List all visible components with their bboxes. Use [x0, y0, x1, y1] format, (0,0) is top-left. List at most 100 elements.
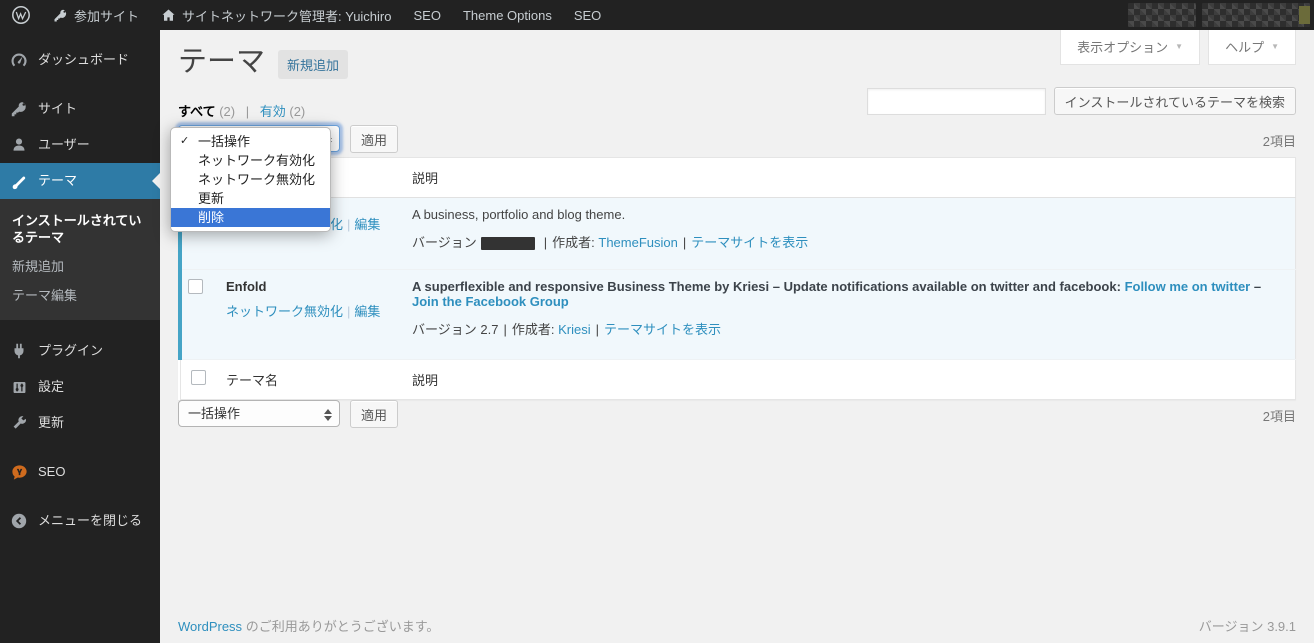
theme-name: Enfold — [226, 279, 267, 294]
sidebar-item-seo[interactable]: SEO — [0, 454, 160, 490]
page-heading-row: テーマ 新規追加 — [178, 46, 349, 80]
sidebar-item-settings[interactable]: 設定 — [0, 369, 160, 405]
sidebar-item-sites[interactable]: サイト — [0, 91, 160, 127]
select-theme-checkbox[interactable] — [188, 279, 203, 294]
author-link[interactable]: Kriesi — [558, 322, 591, 337]
tablenav-bottom: 一括操作 適用 2項目 — [178, 400, 1296, 428]
sidebar-item-dashboard[interactable]: ダッシュボード — [0, 42, 160, 78]
dropdown-option-delete[interactable]: 削除 — [171, 208, 330, 227]
help-label: ヘルプ — [1225, 40, 1265, 55]
sidebar-item-themes[interactable]: テーマ — [0, 163, 160, 199]
dropdown-option-bulk-actions[interactable]: ✓ 一括操作 — [171, 132, 330, 151]
apply-button-top[interactable]: 適用 — [350, 125, 399, 153]
sidebar-item-updates-label: 更新 — [38, 415, 65, 430]
footer: WordPress のご利用ありがとうございます。 バージョン 3.9.1 — [178, 616, 1296, 635]
chevron-down-icon: ▼ — [1271, 42, 1279, 51]
main-content: 表示オプション ▼ ヘルプ ▼ テーマ 新規追加 インストールされているテーマを… — [160, 30, 1314, 643]
dropdown-option-update[interactable]: 更新 — [171, 189, 330, 208]
my-sites-label: 参加サイト — [74, 8, 140, 24]
theme-description: A business, portfolio and blog theme. — [412, 207, 626, 222]
item-count-top: 2項目 — [1262, 134, 1296, 149]
table-row: ネットワーク無効化|編集 A business, portfolio and b… — [178, 197, 1296, 270]
column-footer-description: 説明 — [402, 359, 1296, 400]
footer-version: バージョン 3.9.1 — [1198, 619, 1296, 634]
column-header-description[interactable]: 説明 — [402, 157, 1296, 198]
facebook-group-link[interactable]: Join the Facebook Group — [412, 294, 569, 309]
submenu-add-new[interactable]: 新規追加 — [0, 252, 160, 281]
theme-search-input[interactable] — [866, 87, 1046, 115]
description-text: A superflexible and responsive Business … — [412, 279, 1121, 294]
sites-key-icon — [9, 99, 29, 119]
dashboard-gauge-icon — [9, 50, 29, 70]
settings-sliders-icon — [9, 377, 29, 397]
tablenav-top: 一括操作 適用 2項目 — [178, 125, 1296, 153]
seo-menu-1[interactable]: SEO — [403, 0, 452, 30]
plugin-icon — [9, 341, 29, 361]
dropdown-option-label: ネットワーク有効化 — [198, 153, 316, 168]
chevron-down-icon: ▼ — [1175, 42, 1184, 51]
theme-status-filters: すべて (2) | 有効 (2) — [178, 101, 305, 120]
theme-options-menu[interactable]: Theme Options — [452, 0, 563, 30]
screen-options-tab[interactable]: 表示オプション ▼ — [1060, 30, 1201, 65]
submenu-installed-themes[interactable]: インストールされているテーマ — [0, 206, 160, 252]
select-stepper-icon — [321, 405, 334, 424]
filter-separator: | — [245, 104, 250, 119]
network-disable-link[interactable]: ネットワーク無効化 — [226, 304, 343, 319]
author-link[interactable]: ThemeFusion — [598, 235, 677, 250]
themes-list-table: テーマ名 説明 ネットワーク無効化 | 編集 A business, portfol… — [178, 157, 1296, 400]
visit-theme-site-link[interactable]: テーマサイトを表示 — [604, 322, 721, 337]
redacted-version — [480, 237, 535, 251]
themes-submenu: インストールされているテーマ 新規追加 テーマ編集 — [0, 199, 160, 320]
submenu-theme-editor[interactable]: テーマ編集 — [0, 281, 160, 310]
screen-options-label: 表示オプション — [1077, 40, 1169, 55]
select-all-checkbox-bottom[interactable] — [190, 370, 206, 385]
wordpress-logo-icon — [11, 5, 31, 25]
add-new-theme-button[interactable]: 新規追加 — [278, 50, 349, 80]
author-label: 作成者: — [511, 322, 555, 337]
table-header-row: テーマ名 説明 — [180, 157, 1296, 198]
theme-meta: バージョン | 作成者: ThemeFusion | テーマサイトを表示 — [412, 232, 1285, 251]
sidebar-item-seo-label: SEO — [38, 464, 66, 479]
sidebar-item-themes-label: テーマ — [38, 173, 78, 188]
dropdown-option-network-enable[interactable]: ネットワーク有効化 — [171, 151, 330, 170]
wordpress-logo-menu[interactable] — [0, 0, 42, 30]
theme-search-button[interactable]: インストールされているテーマを検索 — [1053, 87, 1296, 115]
version-label: バージョン — [412, 322, 477, 337]
sidebar-item-users[interactable]: ユーザー — [0, 127, 160, 163]
seo-menu-2[interactable]: SEO — [563, 0, 612, 30]
my-sites-menu[interactable]: 参加サイト — [42, 0, 150, 30]
screen-meta-tabs: 表示オプション ▼ ヘルプ ▼ — [1060, 30, 1296, 65]
edit-link[interactable]: 編集 — [354, 217, 380, 232]
sidebar: ダッシュボード サイト ユーザー テーマ インストールされているテーマ 新規追加… — [0, 30, 160, 643]
admin-bar-left: 参加サイト サイトネットワーク管理者: Yuichiro SEO Theme O… — [0, 0, 612, 30]
dropdown-option-network-disable[interactable]: ネットワーク無効化 — [171, 170, 330, 189]
dropdown-option-label: ネットワーク無効化 — [198, 172, 316, 187]
user-icon — [9, 135, 29, 155]
sidebar-item-updates[interactable]: 更新 — [0, 405, 160, 441]
visit-theme-site-link[interactable]: テーマサイトを表示 — [691, 235, 808, 250]
edit-link[interactable]: 編集 — [354, 304, 380, 319]
sidebar-item-settings-label: 設定 — [38, 379, 65, 394]
twitter-link[interactable]: Follow me on twitter — [1125, 279, 1251, 294]
sidebar-item-collapse-menu[interactable]: メニューを閉じる — [0, 503, 160, 539]
filter-all[interactable]: すべて — [178, 104, 216, 119]
apply-button-bottom[interactable]: 適用 — [350, 400, 399, 428]
site-name-menu[interactable]: サイトネットワーク管理者: Yuichiro — [150, 0, 402, 30]
page-title: テーマ — [178, 46, 266, 78]
help-tab[interactable]: ヘルプ ▼ — [1208, 30, 1296, 65]
admin-bar-account[interactable] — [1128, 0, 1314, 30]
filter-enabled[interactable]: 有効 — [260, 104, 286, 119]
sidebar-item-plugins-label: プラグイン — [38, 343, 104, 358]
bulk-action-select-bottom[interactable]: 一括操作 — [178, 400, 340, 427]
theme-meta: バージョン 2.7 | 作成者: Kriesi | テーマサイトを表示 — [412, 319, 1285, 338]
sidebar-item-plugins[interactable]: プラグイン — [0, 333, 160, 369]
filter-all-count: (2) — [219, 104, 236, 119]
meta-separator: | — [682, 235, 687, 250]
table-footer-row: テーマ名 説明 — [180, 359, 1296, 400]
wordpress-link[interactable]: WordPress — [178, 619, 242, 634]
item-count-bottom: 2項目 — [1262, 409, 1296, 424]
version-label: バージョン — [412, 235, 477, 250]
dash-separator: – — [1253, 279, 1262, 294]
seo-menu-2-label: SEO — [573, 7, 602, 23]
check-icon: ✓ — [180, 135, 190, 147]
